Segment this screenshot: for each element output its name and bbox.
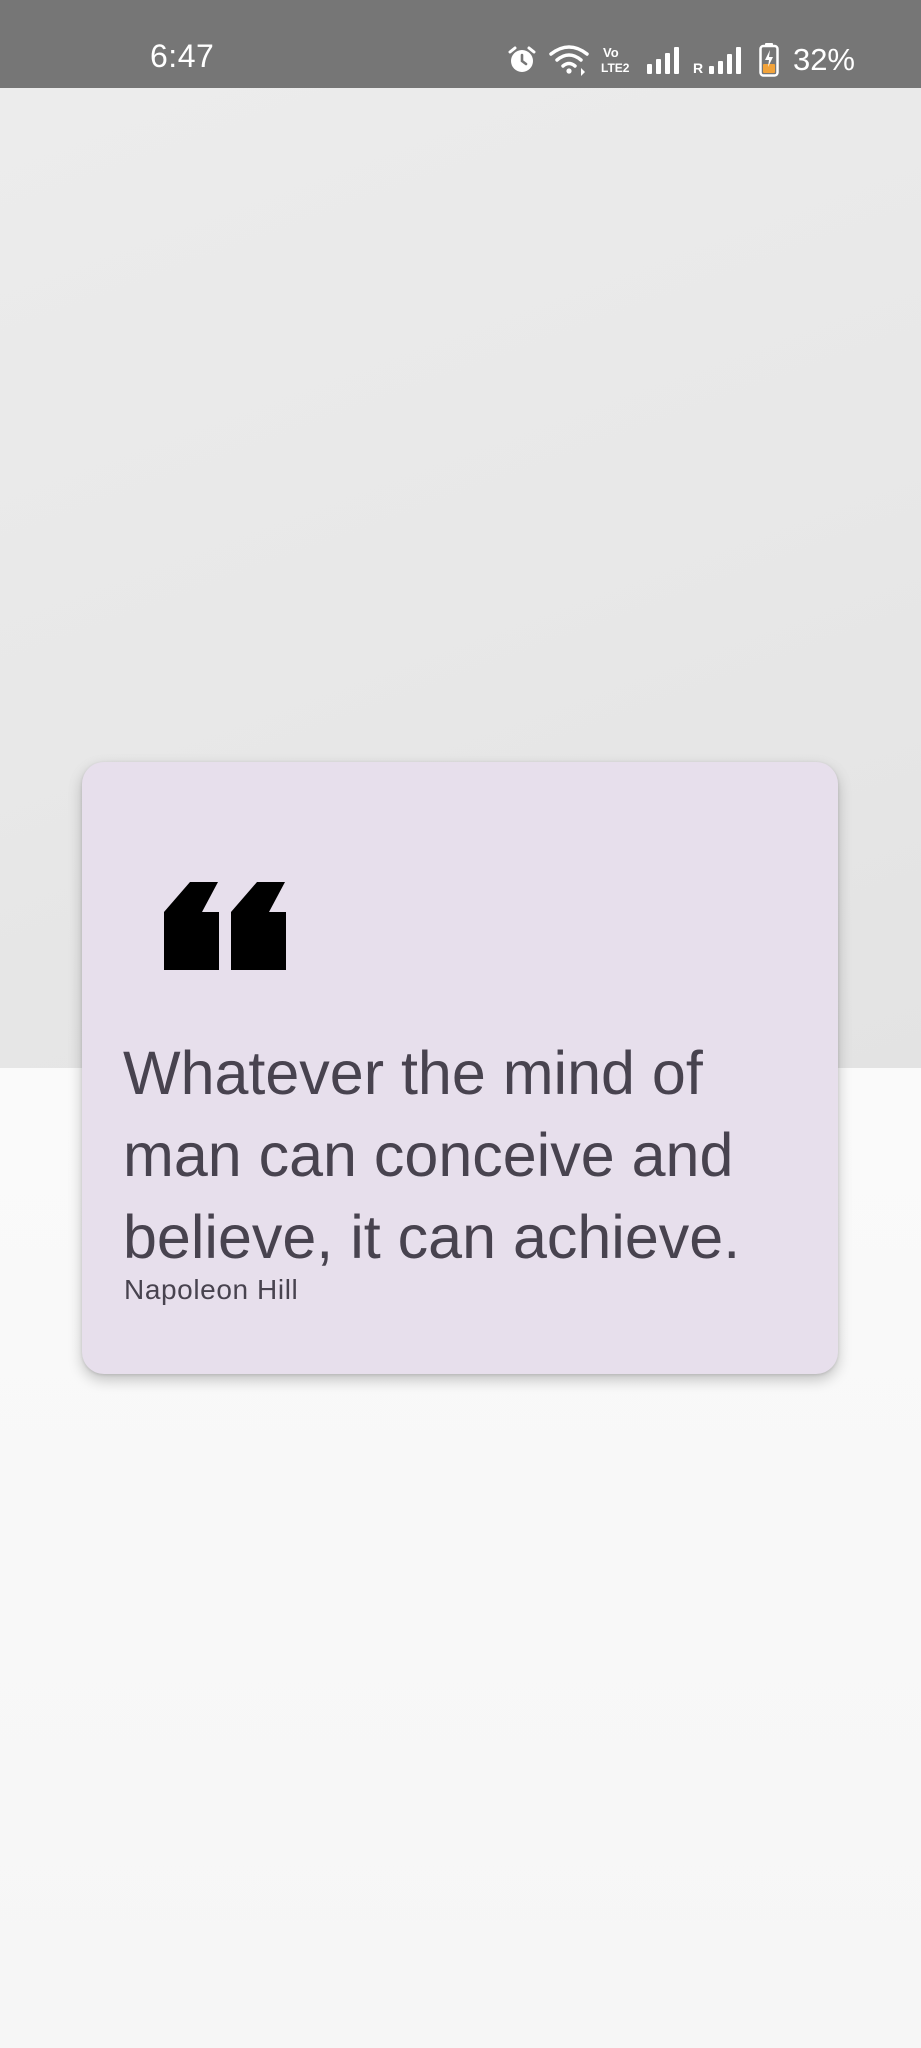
volte-icon: Vo LTE2 xyxy=(601,44,633,76)
svg-text:Vo: Vo xyxy=(603,45,619,60)
battery-percent: 32% xyxy=(792,42,855,77)
status-time: 6:47 xyxy=(150,38,215,74)
status-icons: Vo LTE2 R 32% xyxy=(507,40,855,80)
alarm-icon xyxy=(507,45,537,75)
quote-author: Napoleon Hill xyxy=(124,1274,299,1305)
svg-text:R: R xyxy=(693,60,703,74)
quote-card[interactable]: Whatever the mind of man can conceive an… xyxy=(82,762,838,1374)
wifi-icon xyxy=(549,44,589,76)
battery-charging-icon xyxy=(759,43,779,77)
svg-text:LTE2: LTE2 xyxy=(601,61,630,75)
quote-text: Whatever the mind of man can conceive an… xyxy=(123,1039,741,1271)
signal-icon xyxy=(645,46,681,74)
roaming-signal-icon: R xyxy=(693,46,747,74)
quote-mark-icon xyxy=(164,882,290,972)
status-bar: 6:47 Vo LTE2 R 32% xyxy=(0,0,921,88)
